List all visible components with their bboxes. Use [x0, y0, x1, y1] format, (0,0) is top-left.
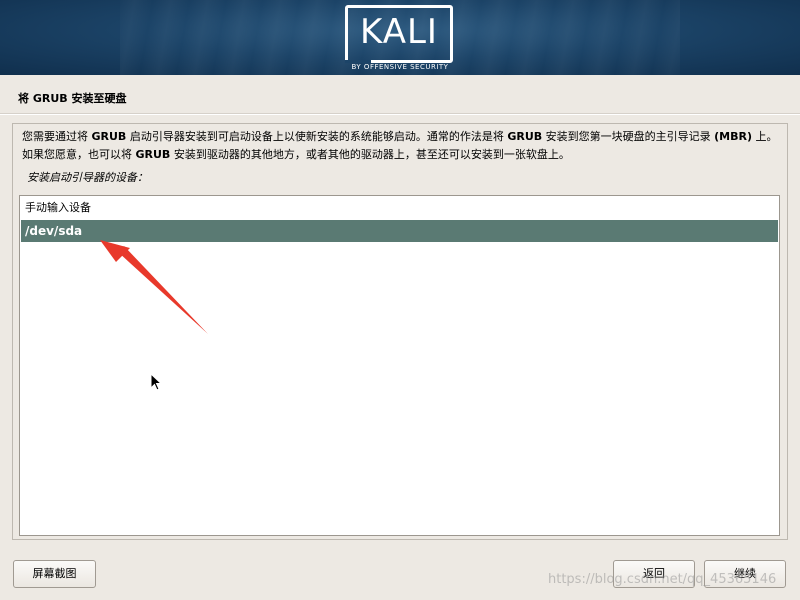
red-arrow-icon — [100, 240, 208, 334]
mouse-cursor-icon — [150, 373, 163, 391]
